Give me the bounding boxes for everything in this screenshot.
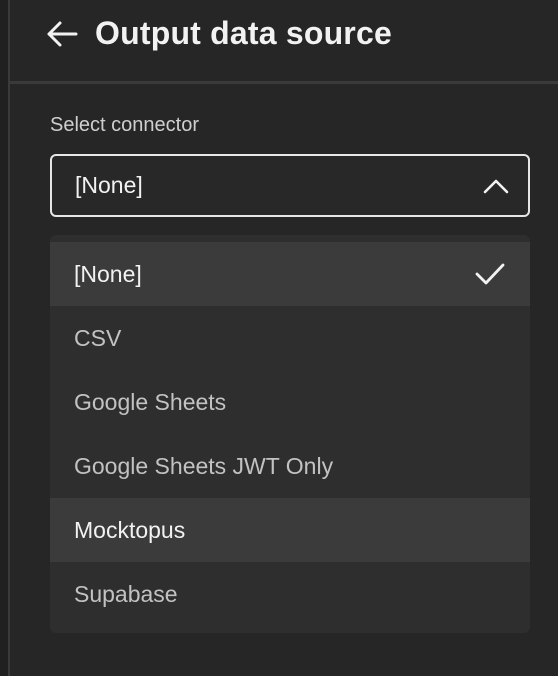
menu-item-mocktopus[interactable]: Mocktopus: [50, 498, 530, 562]
menu-item-label: CSV: [74, 325, 122, 351]
menu-item-label: Google Sheets: [74, 389, 227, 415]
menu-item-supabase[interactable]: Supabase: [50, 562, 530, 626]
menu-item-google-sheets-jwt-only[interactable]: Google Sheets JWT Only: [50, 434, 530, 498]
content-panel: Select connector [None] [None] CSV Googl…: [10, 87, 558, 676]
menu-item-label: Supabase: [74, 581, 178, 607]
page-header: Output data source: [10, 0, 558, 84]
chevron-up-icon: [482, 174, 510, 198]
menu-item-google-sheets[interactable]: Google Sheets: [50, 370, 530, 434]
checkmark-icon: [474, 262, 506, 286]
arrow-left-icon: [46, 20, 78, 53]
menu-item-label: Mocktopus: [74, 517, 186, 543]
connector-label: Select connector: [50, 114, 199, 136]
menu-item-label: [None]: [74, 261, 142, 287]
connector-select-value: [None]: [75, 172, 143, 198]
connector-select[interactable]: [None]: [50, 154, 530, 217]
menu-item-csv[interactable]: CSV: [50, 306, 530, 370]
connector-dropdown-menu: [None] CSV Google Sheets Google Sheets J…: [50, 235, 530, 633]
page-title: Output data source: [95, 15, 392, 51]
menu-item-label: Google Sheets JWT Only: [74, 453, 334, 479]
menu-item-none[interactable]: [None]: [50, 242, 530, 306]
back-button[interactable]: [46, 20, 78, 52]
left-rail: [0, 0, 10, 676]
